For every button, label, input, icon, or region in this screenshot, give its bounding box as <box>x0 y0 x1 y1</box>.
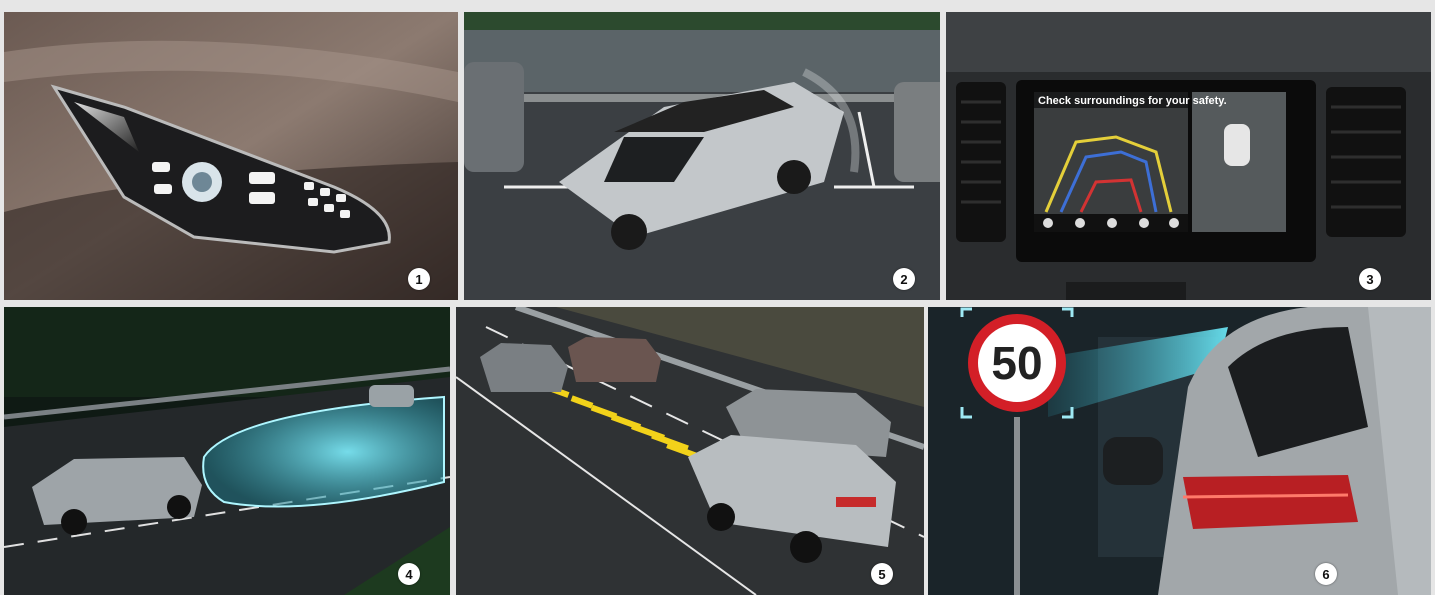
panel-number-badge: 1 <box>408 268 430 290</box>
panel-blind-spot: 5 <box>456 307 924 595</box>
speed-sign-illustration: 50 <box>928 307 1431 595</box>
parking-illustration <box>464 12 940 300</box>
headlamp-illustration <box>4 12 458 300</box>
highbeam-illustration <box>4 307 450 595</box>
panel-high-beam: 4 <box>4 307 450 595</box>
dashboard-illustration: Check surroundings for your safety. <box>946 12 1431 300</box>
speed-limit-value: 50 <box>991 337 1042 389</box>
panel-number-badge: 3 <box>1359 268 1381 290</box>
feature-collage: 1 2 Check surroundings for your safety. … <box>0 0 1435 595</box>
panel-number-badge: 2 <box>893 268 915 290</box>
lane-illustration <box>456 307 924 595</box>
panel-number-badge: 6 <box>1315 563 1337 585</box>
panel-number-badge: 5 <box>871 563 893 585</box>
panel-speed-sign: 50 6 <box>928 307 1431 595</box>
panel-number-badge: 4 <box>398 563 420 585</box>
panel-parking-assist: 2 <box>464 12 940 300</box>
screen-warning-text: Check surroundings for your safety. <box>1038 95 1227 107</box>
panel-camera-monitor: Check surroundings for your safety. 3 <box>946 12 1431 300</box>
panel-headlamp: 1 <box>4 12 458 300</box>
